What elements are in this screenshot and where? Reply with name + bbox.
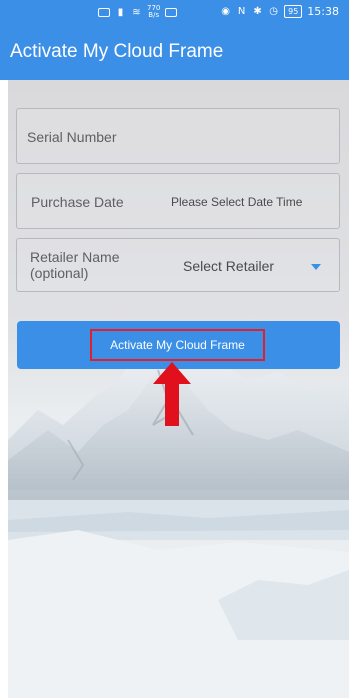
status-bar: ▮ ≋ 770 B/s ◉ N ✱ ◷ 95 15:38 [0, 0, 349, 26]
vibrate-icon: ✱ [253, 6, 262, 17]
eye-icon: ◉ [221, 6, 230, 17]
clock: 15:38 [307, 5, 339, 18]
wifi-icon: ≋ [132, 6, 141, 18]
signal-icon: ▮ [117, 6, 124, 18]
purchase-date-label: Purchase Date [31, 194, 124, 210]
alarm-icon: ◷ [269, 6, 278, 17]
retailer-field[interactable]: Retailer Name (optional) Select Retailer [16, 238, 340, 292]
status-left-icons: ▮ ≋ 770 B/s [98, 5, 178, 19]
network-speed: 770 B/s [147, 5, 160, 19]
retailer-name-label: Retailer Name (optional) [30, 249, 120, 281]
activate-button-label: Activate My Cloud Frame [110, 338, 245, 352]
arrow-up-icon [153, 362, 191, 426]
chevron-down-icon[interactable] [311, 264, 321, 270]
battery-icon: 95 [284, 5, 303, 18]
nfc-icon: N [237, 6, 246, 17]
serial-number-label: Serial Number [27, 129, 117, 145]
retailer-select[interactable]: Select Retailer [183, 258, 274, 274]
network-speed-unit: B/s [148, 11, 160, 19]
purchase-date-field[interactable]: Purchase Date Please Select Date Time [16, 173, 340, 229]
status-right-icons: ◉ N ✱ ◷ 95 15:38 [220, 5, 339, 18]
highlight-annotation: Activate My Cloud Frame [90, 329, 265, 361]
serial-number-field[interactable]: Serial Number [16, 108, 340, 164]
notification-icon [165, 7, 178, 17]
page-title: Activate My Cloud Frame [10, 41, 224, 62]
purchase-date-picker[interactable]: Please Select Date Time [171, 195, 302, 209]
sim-icon [98, 7, 110, 17]
app-bar: Activate My Cloud Frame [0, 26, 349, 80]
